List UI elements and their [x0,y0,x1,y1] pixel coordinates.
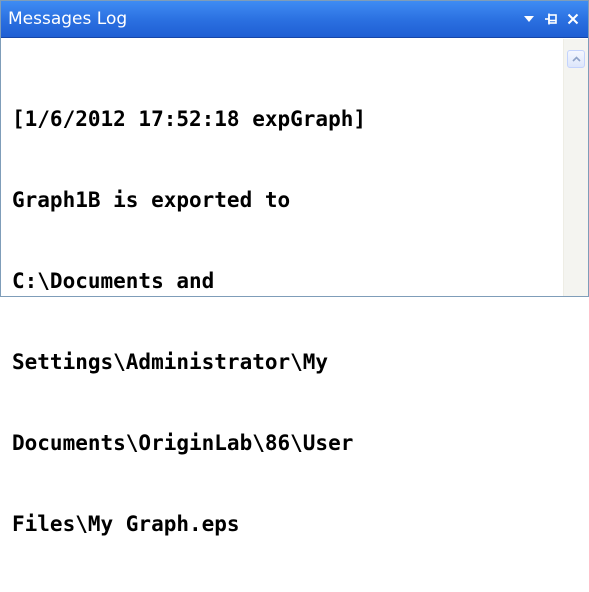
panel-title: Messages Log [8,9,128,29]
chevron-down-icon[interactable] [518,8,540,30]
titlebar-buttons [518,8,588,30]
messages-log-panel: Messages Log [1/6/2012 17:52:18 expGraph… [0,0,589,536]
vertical-scrollbar[interactable] [563,39,588,296]
chevron-up-icon [571,56,581,62]
messages-log-content[interactable]: [1/6/2012 17:52:18 expGraph] Graph1B is … [1,39,588,536]
scroll-up-button[interactable] [567,50,585,68]
log-line: Graph1B is exported to [12,188,291,212]
log-line: Documents\OriginLab\86\User [12,431,354,455]
log-line: [1/6/2012 17:52:18 expGraph] [12,107,367,131]
close-icon[interactable] [562,8,584,30]
log-line: C:\Documents and [12,269,215,293]
log-line: Settings\Administrator\My [12,350,329,374]
log-line: Files\My Graph.eps [12,512,240,536]
log-text: [1/6/2012 17:52:18 expGraph] Graph1B is … [12,52,560,592]
panel-titlebar[interactable]: Messages Log [1,1,588,38]
pin-icon[interactable] [540,8,562,30]
